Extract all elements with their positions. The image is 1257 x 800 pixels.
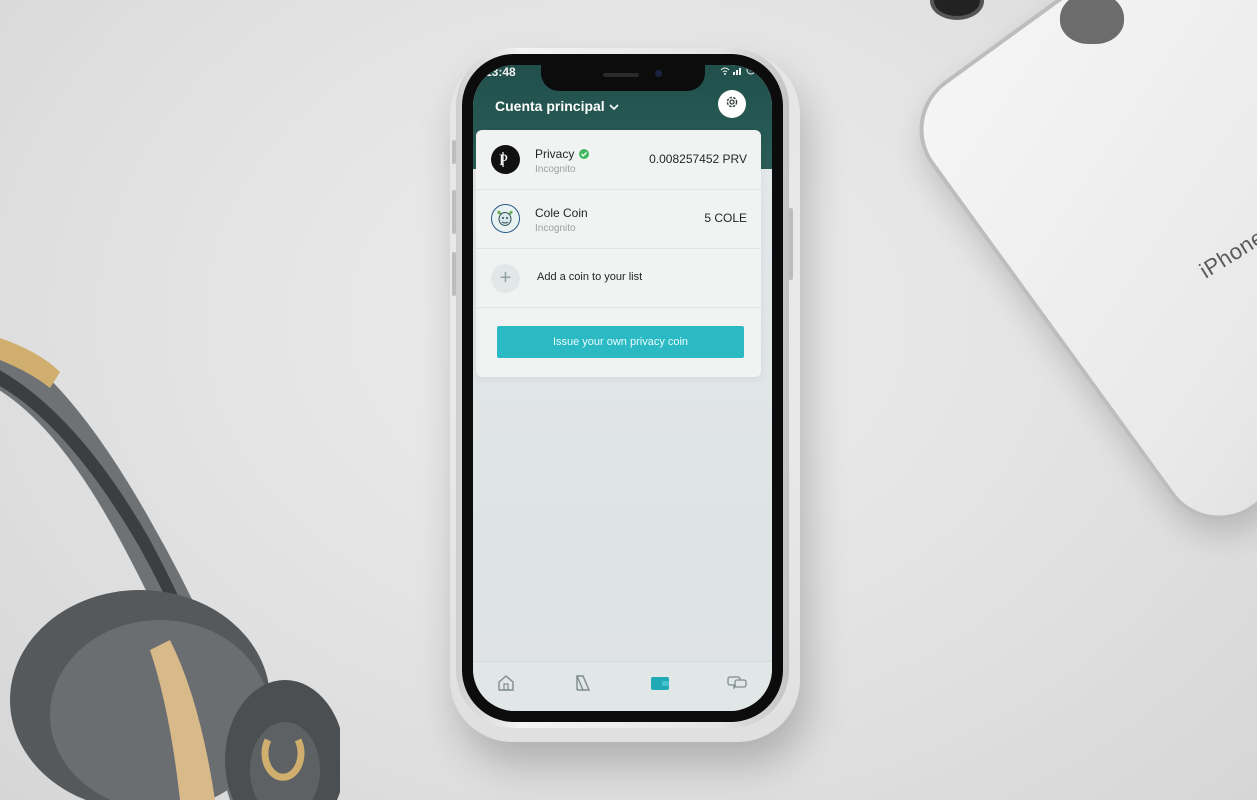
trade-icon [574,674,592,697]
plus-icon: + [491,264,520,293]
coin-name-wrap: Privacy [535,147,590,161]
headphones [0,338,340,800]
add-coin-label: Add a coin to your list [537,271,643,283]
phone-power-button [789,208,793,280]
coin-list-card: P Privacy Incognito 0.008257452 PRV [476,130,761,377]
account-selector[interactable]: Cuenta principal [495,98,619,114]
bottom-nav [473,661,772,711]
battery-icon [746,65,756,78]
coin-network: Incognito [535,223,576,234]
settings-button[interactable] [718,90,746,118]
account-label: Cuenta principal [495,98,605,114]
gear-icon [724,94,740,115]
chevron-down-icon [609,98,619,114]
phone-volume-up [452,190,456,234]
background-iphone-camera [930,0,984,20]
notch-camera [655,70,662,77]
coin-row-cole[interactable]: Cole Coin Incognito 5 COLE [476,189,761,249]
wallet-icon [650,675,670,696]
add-coin-row[interactable]: + Add a coin to your list [476,248,761,308]
status-icons [720,65,756,78]
phone-mute-switch [452,140,456,164]
signal-icon [733,67,746,78]
home-icon [497,674,515,697]
phone-volume-down [452,252,456,296]
coin-row-privacy[interactable]: P Privacy Incognito 0.008257452 PRV [476,130,761,190]
coin-name: Cole Coin [535,206,588,220]
wifi-icon [720,67,733,78]
privacy-coin-icon: P [491,145,520,174]
issue-coin-button[interactable]: Issue your own privacy coin [497,326,744,358]
coin-name-wrap: Cole Coin [535,206,588,220]
nav-chat[interactable] [724,672,750,698]
cole-coin-icon [491,204,520,233]
apple-logo [1060,0,1124,44]
coin-network: Incognito [535,164,576,175]
phone-notch [541,65,705,91]
notch-speaker [603,73,639,77]
status-time: 13:48 [485,65,516,79]
nav-wallet[interactable] [647,672,673,698]
chat-icon [727,675,747,696]
coin-amount: 0.008257452 PRV [649,152,747,166]
nav-home[interactable] [493,672,519,698]
coin-amount: 5 COLE [704,211,747,225]
app-screen: 13:48 Cuenta principal Privacy Incognito… [473,65,772,711]
verified-check-icon [579,149,590,159]
nav-trade[interactable] [570,672,596,698]
coin-name: Privacy [535,147,575,161]
